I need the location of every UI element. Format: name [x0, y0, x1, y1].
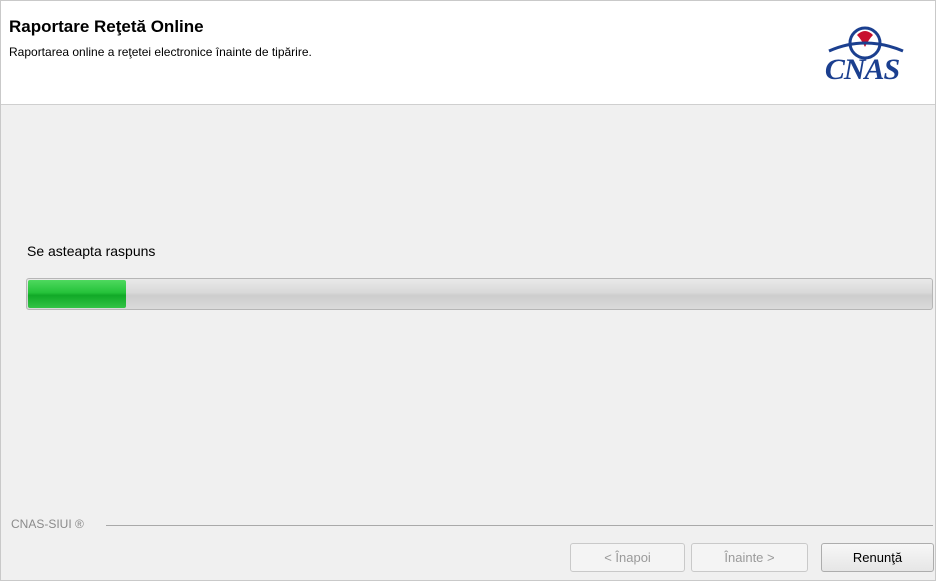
footer-brand: CNAS-SIUI ®	[11, 517, 84, 531]
footer-divider	[106, 525, 933, 526]
wizard-header: Raportare Reţetă Online Raportarea onlin…	[1, 1, 935, 105]
page-title: Raportare Reţetă Online	[9, 17, 204, 36]
progress-bar	[26, 278, 933, 310]
next-button[interactable]: Înainte >	[691, 543, 808, 572]
back-button[interactable]: < Înapoi	[570, 543, 685, 572]
logo-text: CNAS	[824, 53, 900, 86]
page-subtitle: Raportarea online a reţetei electronice …	[9, 45, 312, 59]
wizard-window: Raportare Reţetă Online Raportarea onlin…	[0, 0, 936, 581]
progress-fill	[28, 280, 126, 308]
cancel-button[interactable]: Renunţă	[821, 543, 934, 572]
status-label: Se asteapta raspuns	[27, 243, 156, 259]
cnas-logo: CNAS	[799, 21, 925, 99]
